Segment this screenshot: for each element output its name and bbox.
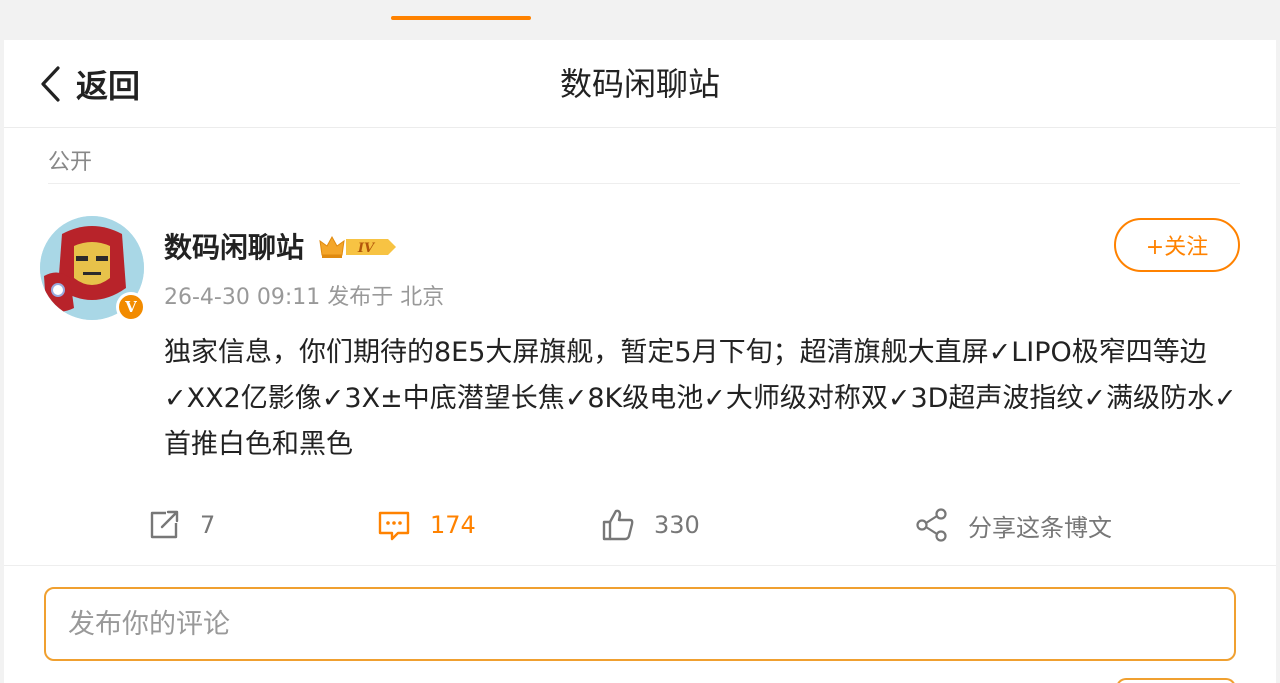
visibility-label: 公开 (48, 150, 93, 175)
comment-input-container (44, 587, 1236, 661)
comment-icon (378, 511, 410, 541)
share-label: 分享这条博文 (968, 513, 1112, 542)
rank-badge-label: IV (357, 241, 376, 256)
active-tab-indicator (391, 16, 531, 20)
divider (48, 183, 1240, 184)
post-content: 独家信息，你们期待的8E5大屏旗舰，暂定5月下旬；超清旗舰大直屏✓LIPO极窄四… (164, 337, 1237, 460)
page-title: 数码闲聊站 (559, 65, 720, 103)
post-meta: 26-4-30 09:11 发布于 北京 (164, 279, 444, 311)
comment-input[interactable] (46, 589, 1234, 659)
follow-button[interactable]: +关注 (1114, 218, 1240, 272)
comment-count: 174 (430, 511, 476, 539)
repost-button[interactable]: 7 (146, 500, 215, 550)
verified-badge-label: V (125, 298, 137, 316)
like-button[interactable]: 330 (600, 500, 700, 550)
divider (4, 565, 1276, 566)
submit-button-peek[interactable] (1116, 678, 1236, 683)
top-tab-strip (0, 0, 1280, 22)
post-timestamp: 26-4-30 09:11 (164, 285, 321, 310)
like-count: 330 (654, 511, 700, 539)
post-location: 发布于 北京 (327, 285, 445, 310)
thumbs-up-icon (602, 509, 634, 541)
comment-button[interactable]: 174 (376, 500, 476, 550)
repost-count: 7 (200, 511, 216, 539)
share-icon (916, 508, 947, 542)
repost-icon (150, 510, 179, 539)
page-header: 返回 数码闲聊站 (4, 40, 1276, 128)
share-button[interactable]: 分享这条博文 (914, 500, 1112, 550)
rank-crown-badge: IV (319, 235, 396, 258)
post-author-name[interactable]: 数码闲聊站 (164, 226, 304, 266)
post-detail-card: 返回 数码闲聊站 公开 V 数码闲聊站 IV 26-4-30 09:11 发布于… (4, 40, 1276, 683)
post-actions-bar: 7 174 330 分享这条博文 (4, 500, 1276, 550)
verified-badge: V (116, 292, 146, 322)
avatar[interactable]: V (40, 216, 146, 322)
